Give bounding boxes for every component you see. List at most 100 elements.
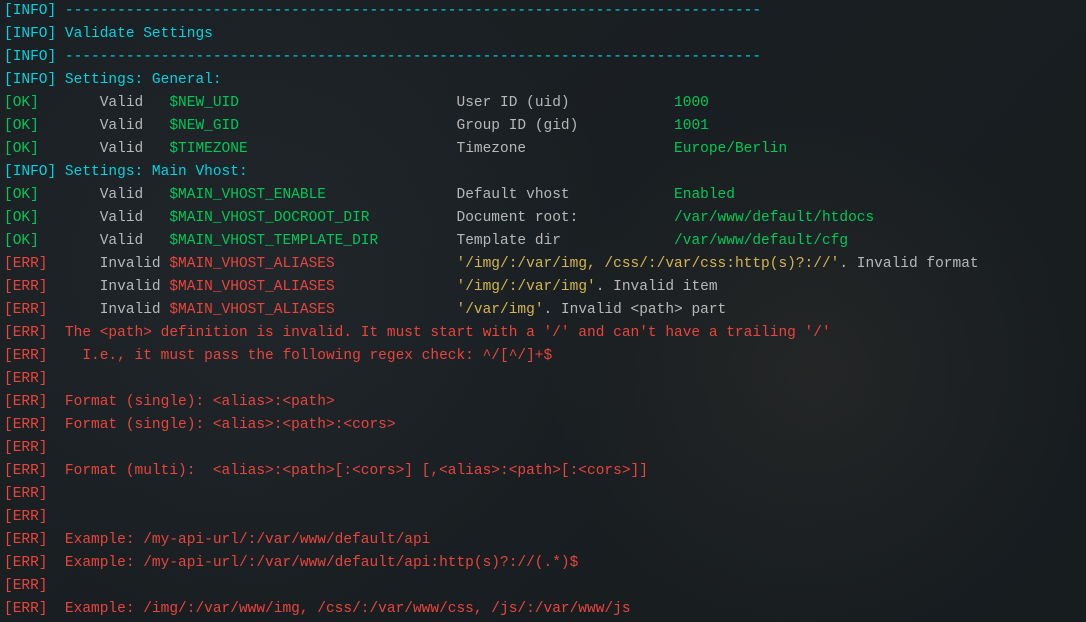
log-line: [ERR] The <path> definition is invalid. … [4,322,1086,345]
log-line: [INFO] ---------------------------------… [4,0,1086,23]
log-segment: Valid [65,233,169,249]
log-segment: User ID (uid) [457,95,675,111]
log-segment: $MAIN_VHOST_TEMPLATE_DIR [169,233,456,249]
log-segment: 1001 [674,118,709,134]
log-line: [INFO] Validate Settings [4,23,1086,46]
log-line: [INFO] ---------------------------------… [4,46,1086,69]
log-segment: . Invalid item [596,279,718,295]
log-segment: [INFO] [4,3,65,19]
log-segment: Valid [65,210,169,226]
log-segment: [ERR] [4,509,65,525]
log-segment: $NEW_UID [169,95,456,111]
log-segment: Document root: [457,210,675,226]
log-segment: The <path> definition is invalid. It mus… [65,325,831,341]
log-segment: Enabled [674,187,735,203]
log-segment: [ERR] [4,440,65,456]
log-segment: $MAIN_VHOST_ALIASES [169,302,456,318]
log-segment: Valid [65,187,169,203]
log-line: [OK] Valid $NEW_UID User ID (uid) 1000 [4,92,1086,115]
log-line: [OK] Valid $MAIN_VHOST_ENABLE Default vh… [4,184,1086,207]
log-segment: [ERR] [4,532,65,548]
log-segment: '/img/:/var/img' [457,279,596,295]
log-line: [ERR] Example: /my-api-url/:/var/www/def… [4,552,1086,575]
log-segment: [INFO] [4,164,65,180]
log-segment: [ERR] [4,578,65,594]
log-segment: [ERR] [4,394,65,410]
log-line: [ERR] Format (single): <alias>:<path>:<c… [4,414,1086,437]
log-segment: Format (single): <alias>:<path>:<cors> [65,417,396,433]
log-line: [ERR] Invalid $MAIN_VHOST_ALIASES '/img/… [4,276,1086,299]
log-line: [ERR] [4,506,1086,529]
log-segment: Europe/Berlin [674,141,787,157]
log-line: [OK] Valid $MAIN_VHOST_DOCROOT_DIR Docum… [4,207,1086,230]
log-segment: $MAIN_VHOST_ALIASES [169,279,456,295]
log-segment: [ERR] [4,302,65,318]
log-segment: [ERR] [4,601,65,617]
log-segment: [ERR] [4,371,65,387]
log-segment: [INFO] [4,72,65,88]
log-segment: [ERR] [4,325,65,341]
log-segment: /var/www/default/cfg [674,233,848,249]
log-line: [ERR] Format (multi): <alias>:<path>[:<c… [4,460,1086,483]
log-segment: $TIMEZONE [169,141,456,157]
log-segment: ----------------------------------------… [65,3,761,19]
log-segment: Validate Settings [65,26,213,42]
log-segment: '/var/img' [457,302,544,318]
log-line: [ERR] [4,575,1086,598]
log-segment: [ERR] [4,256,65,272]
log-line: [ERR] [4,483,1086,506]
log-segment: Format (multi): <alias>:<path>[:<cors>] … [65,463,648,479]
log-segment: [ERR] [4,463,65,479]
log-line: [ERR] Invalid $MAIN_VHOST_ALIASES '/var/… [4,299,1086,322]
log-segment: $MAIN_VHOST_ENABLE [169,187,456,203]
log-segment: Settings: Main Vhost: [65,164,248,180]
log-line: [ERR] [4,437,1086,460]
log-segment: [OK] [4,95,65,111]
log-segment: . Invalid format [839,256,978,272]
log-line: [ERR] Invalid $MAIN_VHOST_ALIASES '/img/… [4,253,1086,276]
log-segment: [INFO] [4,26,65,42]
log-segment: Example: /my-api-url/:/var/www/default/a… [65,555,578,571]
log-segment: Default vhost [457,187,675,203]
log-segment: [OK] [4,118,65,134]
log-line: [INFO] Settings: Main Vhost: [4,161,1086,184]
log-line: [OK] Valid $TIMEZONE Timezone Europe/Ber… [4,138,1086,161]
log-segment: [ERR] [4,417,65,433]
log-segment: Example: /img/:/var/www/img, /css/:/var/… [65,601,631,617]
log-segment: Valid [65,118,169,134]
log-segment: [OK] [4,141,65,157]
log-segment: $MAIN_VHOST_DOCROOT_DIR [169,210,456,226]
log-segment: 1000 [674,95,709,111]
log-segment: /var/www/default/htdocs [674,210,874,226]
log-line: [ERR] Example: /my-api-url/:/var/www/def… [4,529,1086,552]
log-segment: Invalid [65,302,169,318]
log-segment: Valid [65,95,169,111]
log-line: [OK] Valid $MAIN_VHOST_TEMPLATE_DIR Temp… [4,230,1086,253]
log-segment: [OK] [4,187,65,203]
log-segment: [ERR] [4,279,65,295]
log-line: [ERR] Example: /img/:/var/www/img, /css/… [4,598,1086,621]
log-segment: Settings: General: [65,72,222,88]
log-line: [ERR] Format (single): <alias>:<path> [4,391,1086,414]
log-line: [OK] Valid $NEW_GID Group ID (gid) 1001 [4,115,1086,138]
terminal-output: [INFO] ---------------------------------… [4,0,1086,621]
log-segment: Timezone [457,141,675,157]
log-segment: Group ID (gid) [457,118,675,134]
log-segment: Template dir [457,233,675,249]
log-segment: [INFO] [4,49,65,65]
log-segment: $NEW_GID [169,118,456,134]
log-segment: . Invalid <path> part [544,302,727,318]
log-segment: Valid [65,141,169,157]
log-line: [ERR] [4,368,1086,391]
log-segment: Invalid [65,256,169,272]
log-segment: Invalid [65,279,169,295]
log-segment: [OK] [4,233,65,249]
log-segment: [ERR] [4,486,65,502]
log-segment: I.e., it must pass the following regex c… [65,348,552,364]
log-segment: '/img/:/var/img, /css/:/var/css:http(s)?… [457,256,840,272]
log-segment: [ERR] [4,348,65,364]
log-line: [ERR] I.e., it must pass the following r… [4,345,1086,368]
log-segment: Example: /my-api-url/:/var/www/default/a… [65,532,430,548]
log-segment: $MAIN_VHOST_ALIASES [169,256,456,272]
log-segment: [ERR] [4,555,65,571]
